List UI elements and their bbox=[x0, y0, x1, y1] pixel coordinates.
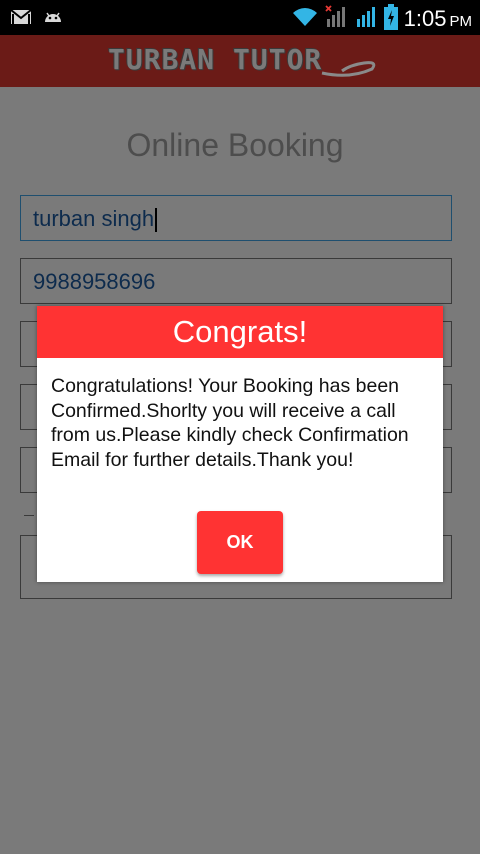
clock-ampm: PM bbox=[449, 13, 473, 30]
text-cursor bbox=[155, 208, 158, 233]
logo-swoosh-icon bbox=[321, 61, 376, 77]
dialog-message: Congratulations! Your Booking has been C… bbox=[51, 375, 409, 471]
clock-time: 1:05 bbox=[403, 6, 447, 31]
gmail-icon bbox=[10, 8, 32, 26]
phone-input[interactable]: 9988958696 bbox=[20, 258, 452, 304]
phone-input-value: 9988958696 bbox=[33, 269, 156, 294]
app-logo: TURBAN TUTOR bbox=[108, 43, 323, 76]
status-clock: 1:05 PM bbox=[404, 6, 472, 32]
status-left-icons bbox=[10, 8, 64, 26]
status-bar: 1:05 PM bbox=[0, 0, 480, 35]
form-divider bbox=[24, 515, 34, 516]
name-input-value: turban singh bbox=[33, 206, 155, 231]
app-bar: TURBAN TUTOR bbox=[0, 35, 480, 87]
signal-icon bbox=[354, 5, 378, 33]
dialog-title: Congrats! bbox=[37, 306, 443, 358]
confirmation-dialog: Congrats! Congratulations! Your Booking … bbox=[37, 306, 443, 582]
android-debug-icon bbox=[42, 8, 64, 26]
name-input[interactable]: turban singh bbox=[20, 195, 452, 241]
battery-charging-icon bbox=[383, 4, 398, 34]
page-title: Online Booking bbox=[126, 127, 344, 163]
signal-no-sim-icon bbox=[324, 5, 348, 33]
wifi-icon bbox=[292, 6, 318, 32]
status-right-icons: 1:05 PM bbox=[292, 4, 472, 34]
ok-button[interactable]: OK bbox=[197, 511, 283, 574]
